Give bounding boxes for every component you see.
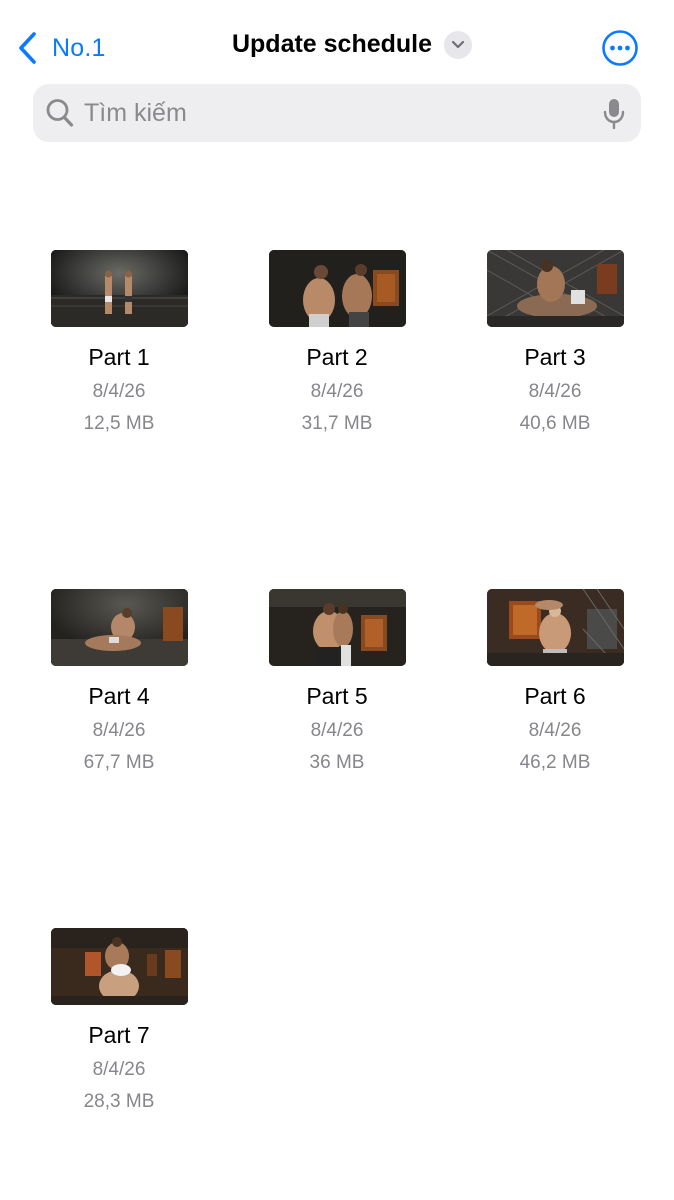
file-name: Part 6 [524,683,586,709]
file-date: 8/4/26 [92,1059,146,1080]
file-item-part-5[interactable]: Part 5 8/4/26 36 MB [252,589,422,774]
file-item-part-3[interactable]: Part 3 8/4/26 40,6 MB [470,250,640,435]
file-size: 36 MB [309,752,365,773]
file-item-part-2[interactable]: Part 2 8/4/26 31,7 MB [252,250,422,435]
file-size: 40,6 MB [519,413,591,434]
file-name: Part 3 [524,344,586,370]
file-item-part-7[interactable]: Part 7 8/4/26 28,3 MB [34,928,204,1113]
file-date: 8/4/26 [310,381,364,402]
file-date: 8/4/26 [92,381,146,402]
file-date: 8/4/26 [310,720,364,741]
file-size: 46,2 MB [519,752,591,773]
file-item-part-1[interactable]: Part 1 8/4/26 12,5 MB [34,250,204,435]
file-item-part-4[interactable]: Part 4 8/4/26 67,7 MB [34,589,204,774]
file-name: Part 1 [88,344,150,370]
file-size: 67,7 MB [83,752,155,773]
file-date: 8/4/26 [92,720,146,741]
file-date: 8/4/26 [528,720,582,741]
video-thumbnail [486,589,624,666]
video-thumbnail [50,589,188,666]
file-name: Part 7 [88,1022,150,1048]
file-size: 12,5 MB [83,413,155,434]
file-name: Part 4 [88,683,150,709]
file-grid: Part 1 8/4/26 12,5 MB Part 2 8/4/26 31,7… [0,0,674,1200]
file-size: 31,7 MB [301,413,373,434]
file-name: Part 2 [306,344,368,370]
video-thumbnail [486,250,624,327]
file-item-part-6[interactable]: Part 6 8/4/26 46,2 MB [470,589,640,774]
video-thumbnail [50,250,188,327]
file-name: Part 5 [306,683,368,709]
video-thumbnail [268,250,406,327]
video-thumbnail [50,928,188,1005]
video-thumbnail [268,589,406,666]
file-date: 8/4/26 [528,381,582,402]
file-size: 28,3 MB [83,1091,155,1112]
